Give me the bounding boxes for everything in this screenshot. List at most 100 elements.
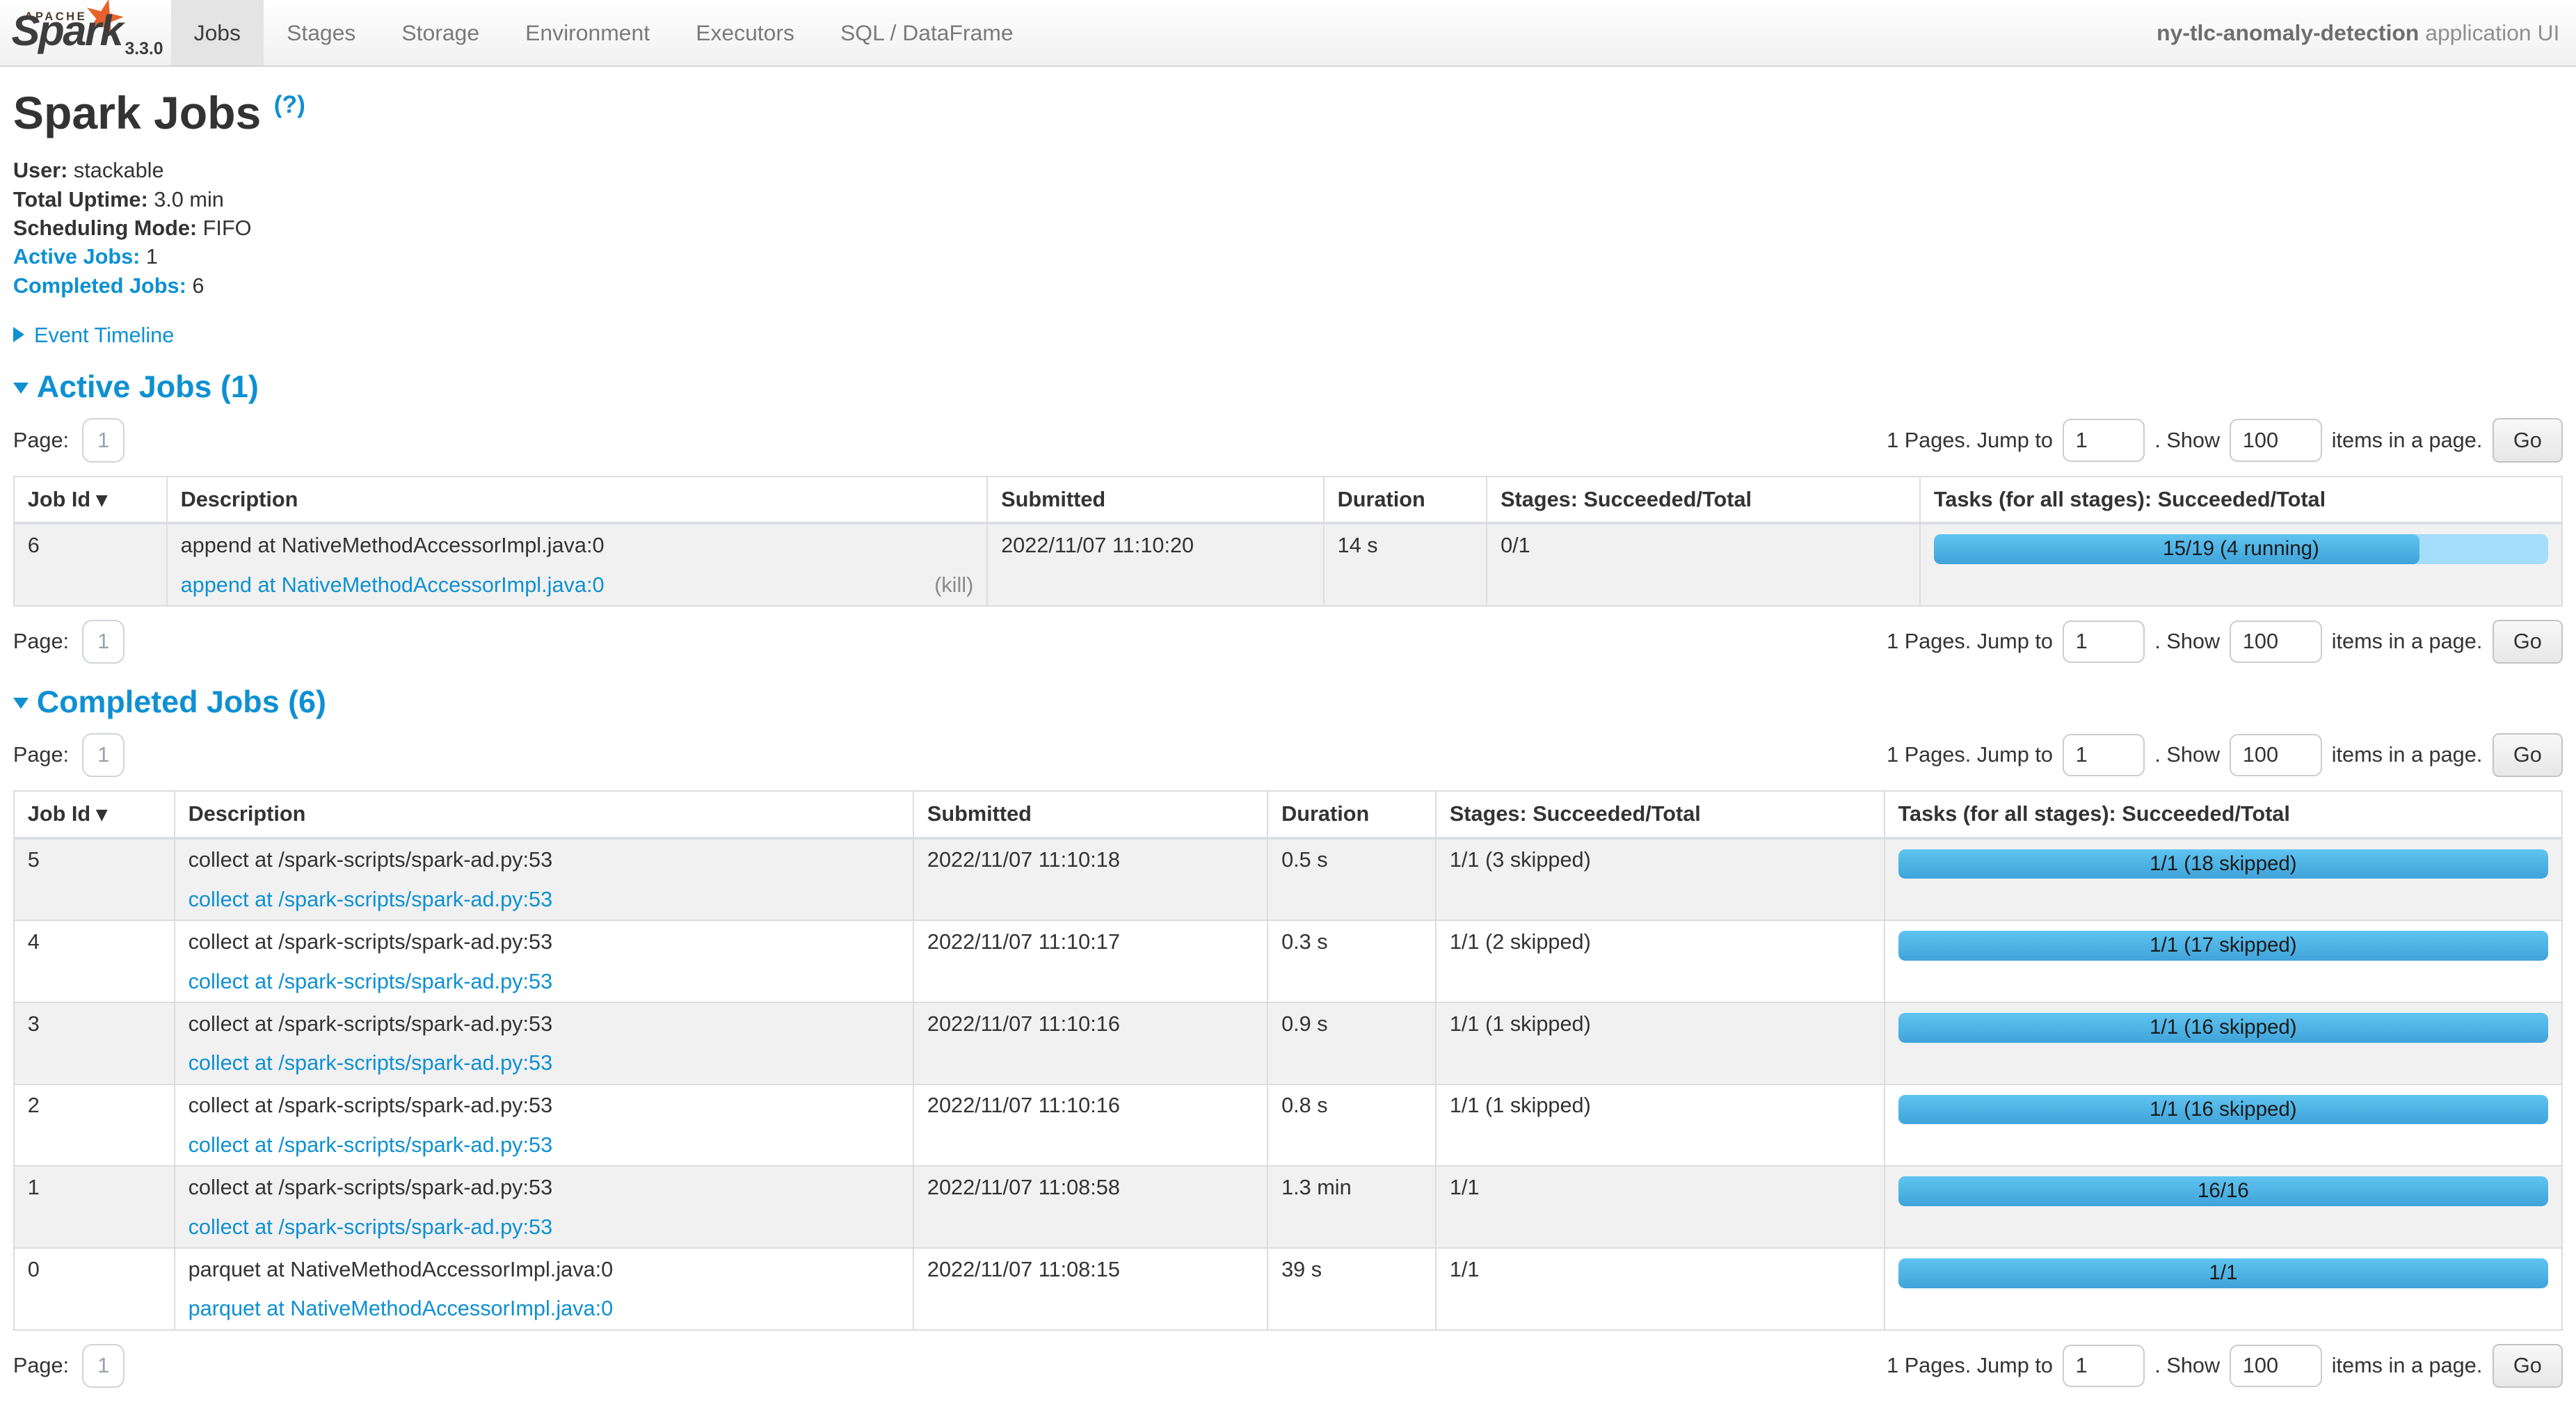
summary-scheduling-mode: Scheduling Mode: FIFO xyxy=(13,214,2563,242)
job-description-link[interactable]: collect at /spark-scripts/spark-ad.py:53 xyxy=(189,969,553,993)
page-label: Page: xyxy=(13,742,69,767)
table-row: 6 append at NativeMethodAccessorImpl.jav… xyxy=(14,523,2562,606)
job-id-cell: 3 xyxy=(14,1002,175,1084)
jump-to-page-input[interactable] xyxy=(2063,621,2145,663)
jump-to-page-input[interactable] xyxy=(2063,419,2145,461)
tasks-progress-bar: 15/19 (4 running) xyxy=(1934,534,2548,564)
page-number-input[interactable] xyxy=(82,1344,125,1388)
show-text: . Show xyxy=(2154,428,2220,453)
jump-to-page-input[interactable] xyxy=(2063,734,2145,776)
job-description-text: collect at /spark-scripts/spark-ad.py:53 xyxy=(189,847,900,872)
event-timeline-link[interactable]: Event Timeline xyxy=(34,323,174,347)
expanded-arrow-icon xyxy=(13,698,29,709)
completed-jobs-link[interactable]: Completed Jobs: xyxy=(13,273,186,298)
column-header-stages[interactable]: Stages: Succeeded/Total xyxy=(1436,791,1885,838)
job-description-cell: collect at /spark-scripts/spark-ad.py:53… xyxy=(175,1002,913,1084)
nav-tab-storage[interactable]: Storage xyxy=(378,0,502,65)
nav-tab-stages[interactable]: Stages xyxy=(264,0,378,65)
spark-logo[interactable]: ★ APACHE Spark 3.3.0 xyxy=(0,0,171,65)
column-header-description[interactable]: Description xyxy=(167,477,988,523)
job-id-cell: 6 xyxy=(14,523,167,606)
job-id-cell: 0 xyxy=(14,1248,175,1330)
column-header-tasks[interactable]: Tasks (for all stages): Succeeded/Total xyxy=(1920,477,2562,523)
active-jobs-section-header[interactable]: Active Jobs (1) xyxy=(13,369,2563,405)
job-description-text: collect at /spark-scripts/spark-ad.py:53 xyxy=(189,1093,900,1117)
job-description-link[interactable]: collect at /spark-scripts/spark-ad.py:53 xyxy=(189,1215,553,1239)
application-name: ny-tlc-anomaly-detection application UI xyxy=(2157,0,2576,65)
completed-jobs-table: Job Id ▾ Description Submitted Duration … xyxy=(13,790,2563,1330)
table-row: 1 collect at /spark-scripts/spark-ad.py:… xyxy=(14,1166,2562,1248)
help-link[interactable]: (?) xyxy=(274,90,305,118)
go-button[interactable]: Go xyxy=(2493,1344,2563,1388)
column-header-job-id[interactable]: Job Id ▾ xyxy=(14,791,175,838)
column-header-description[interactable]: Description xyxy=(175,791,913,838)
items-per-page-input[interactable] xyxy=(2230,1345,2321,1387)
job-description-link[interactable]: collect at /spark-scripts/spark-ad.py:53 xyxy=(189,1132,553,1157)
progress-text: 15/19 (4 running) xyxy=(1934,534,2548,564)
duration-cell: 0.8 s xyxy=(1267,1084,1436,1167)
tasks-cell: 1/1 (18 skipped) xyxy=(1885,838,2562,921)
job-id-cell: 4 xyxy=(14,920,175,1002)
column-header-duration[interactable]: Duration xyxy=(1324,477,1487,523)
job-description-text: collect at /spark-scripts/spark-ad.py:53 xyxy=(189,929,900,954)
jump-to-page-input[interactable] xyxy=(2063,1345,2145,1387)
duration-cell: 39 s xyxy=(1267,1248,1436,1330)
job-description-cell: collect at /spark-scripts/spark-ad.py:53… xyxy=(175,838,913,921)
page-title: Spark Jobs (?) xyxy=(13,87,2563,140)
job-description-link[interactable]: append at NativeMethodAccessorImpl.java:… xyxy=(181,573,605,597)
active-jobs-link[interactable]: Active Jobs: xyxy=(13,244,140,269)
expanded-arrow-icon xyxy=(13,383,29,394)
page-number-input[interactable] xyxy=(82,733,125,778)
submitted-cell: 2022/11/07 11:10:20 xyxy=(987,523,1324,606)
items-text: items in a page. xyxy=(2332,742,2483,767)
column-header-job-id[interactable]: Job Id ▾ xyxy=(14,477,167,523)
tasks-cell: 1/1 (17 skipped) xyxy=(1885,920,2562,1002)
tasks-cell: 1/1 xyxy=(1885,1248,2562,1330)
items-text: items in a page. xyxy=(2332,629,2483,654)
page-label: Page: xyxy=(13,629,69,654)
page-number-input[interactable] xyxy=(82,620,125,664)
job-description-link[interactable]: parquet at NativeMethodAccessorImpl.java… xyxy=(189,1296,614,1320)
go-button[interactable]: Go xyxy=(2493,418,2563,463)
tasks-cell: 1/1 (16 skipped) xyxy=(1885,1084,2562,1167)
column-header-submitted[interactable]: Submitted xyxy=(987,477,1324,523)
tasks-cell: 15/19 (4 running) xyxy=(1920,523,2562,606)
event-timeline-toggle[interactable]: Event Timeline xyxy=(13,321,2563,349)
progress-text: 1/1 (18 skipped) xyxy=(1898,849,2549,879)
nav-tab-jobs[interactable]: Jobs xyxy=(171,0,264,65)
column-header-duration[interactable]: Duration xyxy=(1267,791,1436,838)
tasks-cell: 16/16 xyxy=(1885,1166,2562,1248)
column-header-stages[interactable]: Stages: Succeeded/Total xyxy=(1487,477,1920,523)
summary-user: User: stackable xyxy=(13,156,2563,184)
tasks-progress-bar: 1/1 (16 skipped) xyxy=(1898,1095,2549,1125)
completed-jobs-section-header[interactable]: Completed Jobs (6) xyxy=(13,684,2563,720)
active-jobs-pagination-top: Page: 1 Pages. Jump to . Show items in a… xyxy=(13,418,2563,463)
nav-tab-executors[interactable]: Executors xyxy=(673,0,817,65)
duration-cell: 1.3 min xyxy=(1267,1166,1436,1248)
show-text: . Show xyxy=(2154,1353,2220,1378)
stages-cell: 1/1 xyxy=(1436,1166,1885,1248)
items-per-page-input[interactable] xyxy=(2230,621,2321,663)
items-per-page-input[interactable] xyxy=(2230,734,2321,776)
job-description-cell: collect at /spark-scripts/spark-ad.py:53… xyxy=(175,920,913,1002)
stages-cell: 1/1 (1 skipped) xyxy=(1436,1002,1885,1084)
show-text: . Show xyxy=(2154,629,2220,654)
progress-text: 1/1 (16 skipped) xyxy=(1898,1095,2549,1125)
stages-cell: 1/1 xyxy=(1436,1248,1885,1330)
job-description-link[interactable]: collect at /spark-scripts/spark-ad.py:53 xyxy=(189,1050,553,1075)
job-description-link[interactable]: collect at /spark-scripts/spark-ad.py:53 xyxy=(189,887,553,911)
kill-link[interactable]: (kill) xyxy=(934,573,973,597)
progress-text: 1/1 xyxy=(1898,1258,2549,1288)
submitted-cell: 2022/11/07 11:10:18 xyxy=(913,838,1267,921)
column-header-tasks[interactable]: Tasks (for all stages): Succeeded/Total xyxy=(1885,791,2562,838)
column-header-submitted[interactable]: Submitted xyxy=(913,791,1267,838)
nav-tab-environment[interactable]: Environment xyxy=(502,0,673,65)
summary-block: User: stackable Total Uptime: 3.0 min Sc… xyxy=(13,156,2563,300)
nav-tab-sql-dataframe[interactable]: SQL / DataFrame xyxy=(817,0,1037,65)
items-per-page-input[interactable] xyxy=(2230,419,2321,461)
tasks-progress-bar: 1/1 (18 skipped) xyxy=(1898,849,2549,879)
go-button[interactable]: Go xyxy=(2493,733,2563,778)
page-number-input[interactable] xyxy=(82,418,125,463)
go-button[interactable]: Go xyxy=(2493,620,2563,664)
tasks-progress-bar: 1/1 xyxy=(1898,1258,2549,1288)
